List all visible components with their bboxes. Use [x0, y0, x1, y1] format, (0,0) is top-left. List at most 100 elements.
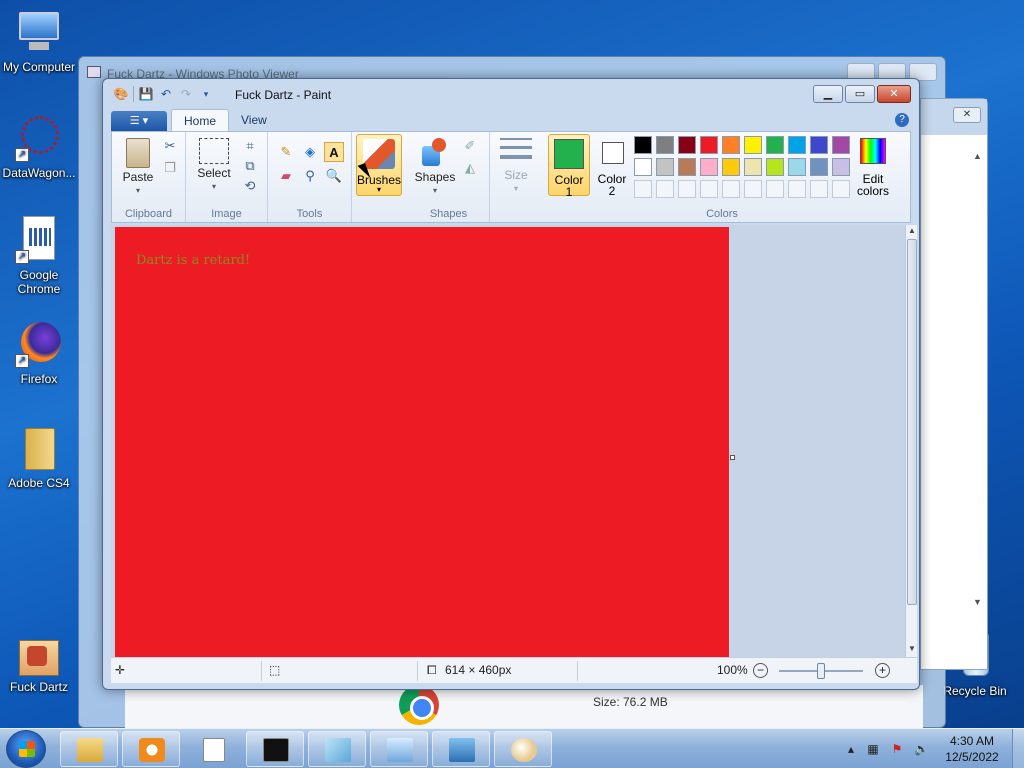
- edit-colors-button[interactable]: Edit colors: [850, 134, 896, 198]
- color2-button[interactable]: Color 2: [592, 134, 632, 198]
- palette-empty-swatch[interactable]: [722, 180, 740, 198]
- taskbar-notepad[interactable]: [184, 731, 242, 767]
- scroll-down-arrow-icon[interactable]: ▼: [973, 597, 982, 607]
- palette-swatch[interactable]: [810, 136, 828, 154]
- select-button[interactable]: Select ▾: [192, 138, 236, 193]
- taskbar-paint[interactable]: [494, 731, 552, 767]
- palette-swatch[interactable]: [700, 158, 718, 176]
- palette-swatch[interactable]: [700, 136, 718, 154]
- palette-swatch[interactable]: [810, 158, 828, 176]
- action-center-icon[interactable]: ⚑: [890, 742, 904, 756]
- palette-swatch[interactable]: [634, 158, 652, 176]
- vertical-scrollbar[interactable]: ▲ ▼: [905, 225, 917, 657]
- rotate-icon[interactable]: ⟲: [240, 176, 260, 196]
- show-desktop-button[interactable]: [1012, 729, 1024, 768]
- scroll-up-arrow-icon[interactable]: ▲: [973, 151, 982, 161]
- palette-swatch[interactable]: [766, 158, 784, 176]
- taskbar-explorer[interactable]: [60, 731, 118, 767]
- image-group-label: Image: [211, 208, 242, 220]
- palette-empty-swatch[interactable]: [788, 180, 806, 198]
- system-clock[interactable]: 4:30 AM 12/5/2022: [940, 733, 1004, 765]
- scroll-up-arrow-icon[interactable]: ▲: [906, 225, 918, 237]
- help-icon[interactable]: ?: [895, 113, 909, 127]
- drawing-canvas[interactable]: Dartz is a retard!: [115, 227, 729, 657]
- undo-icon[interactable]: ↶: [158, 86, 174, 102]
- palette-swatch[interactable]: [788, 158, 806, 176]
- close-button[interactable]: ✕: [953, 107, 981, 123]
- palette-empty-swatch[interactable]: [832, 180, 850, 198]
- save-icon[interactable]: 💾: [138, 86, 154, 102]
- resize-icon[interactable]: ⧉: [240, 156, 260, 176]
- desktop-icon-my-computer[interactable]: My Computer: [0, 8, 78, 74]
- taskbar-notes[interactable]: [308, 731, 366, 767]
- palette-swatch[interactable]: [678, 158, 696, 176]
- palette-swatch[interactable]: [766, 136, 784, 154]
- text-icon[interactable]: A: [324, 142, 344, 162]
- taskbar-command-prompt[interactable]: [246, 731, 304, 767]
- palette-empty-swatch[interactable]: [810, 180, 828, 198]
- tab-home[interactable]: Home: [171, 109, 230, 131]
- network-icon[interactable]: ▦: [866, 742, 880, 756]
- copy-icon[interactable]: ❐: [160, 158, 180, 178]
- redo-icon[interactable]: ↷: [178, 86, 194, 102]
- cut-icon[interactable]: ✂: [160, 136, 180, 156]
- outline-icon[interactable]: ✐: [460, 136, 480, 156]
- palette-swatch[interactable]: [656, 136, 674, 154]
- crop-icon[interactable]: ⌗: [240, 136, 260, 156]
- zoom-slider-thumb[interactable]: [817, 663, 825, 679]
- magnifier-icon[interactable]: 🔍: [324, 166, 344, 186]
- desktop-icon-google-chrome[interactable]: ↗ Google Chrome: [0, 216, 78, 296]
- taskbar-control-panel[interactable]: [370, 731, 428, 767]
- show-hidden-icons-icon[interactable]: ▴: [844, 742, 858, 756]
- taskbar-media-player[interactable]: [122, 731, 180, 767]
- fill-icon[interactable]: ◭: [460, 158, 480, 178]
- palette-swatch[interactable]: [722, 136, 740, 154]
- paint-titlebar[interactable]: 🎨 💾 ↶ ↷ ▾ Fuck Dartz - Paint ▁ ▭ ✕: [103, 79, 919, 109]
- palette-swatch[interactable]: [722, 158, 740, 176]
- taskbar-photo-viewer[interactable]: [432, 731, 490, 767]
- zoom-out-button[interactable]: −: [753, 663, 768, 678]
- control-panel-icon: [387, 738, 413, 762]
- palette-swatch[interactable]: [744, 158, 762, 176]
- palette-empty-swatch[interactable]: [634, 180, 652, 198]
- paint-window[interactable]: 🎨 💾 ↶ ↷ ▾ Fuck Dartz - Paint ▁ ▭ ✕ ☰ ▾ H…: [102, 78, 920, 690]
- desktop-icon-fuck-dartz[interactable]: Fuck Dartz: [0, 640, 78, 694]
- customize-qat-icon[interactable]: ▾: [198, 86, 214, 102]
- palette-empty-swatch[interactable]: [656, 180, 674, 198]
- palette-empty-swatch[interactable]: [744, 180, 762, 198]
- fill-bucket-icon[interactable]: ◈: [300, 142, 320, 162]
- tab-view[interactable]: View: [229, 109, 279, 131]
- scrollbar-thumb[interactable]: [907, 239, 917, 605]
- scroll-down-arrow-icon[interactable]: ▼: [906, 643, 918, 655]
- palette-swatch[interactable]: [744, 136, 762, 154]
- palette-empty-swatch[interactable]: [700, 180, 718, 198]
- color1-button[interactable]: Color 1: [548, 134, 590, 199]
- palette-empty-swatch[interactable]: [678, 180, 696, 198]
- desktop-icon-datawagon[interactable]: ↗ DataWagon...: [0, 114, 78, 180]
- palette-swatch[interactable]: [656, 158, 674, 176]
- palette-swatch[interactable]: [832, 158, 850, 176]
- palette-swatch[interactable]: [832, 136, 850, 154]
- volume-icon[interactable]: 🔈: [914, 742, 929, 756]
- desktop-icon-firefox[interactable]: ↗ Firefox: [0, 320, 78, 386]
- shapes-button[interactable]: Shapes ▾: [412, 136, 458, 197]
- pencil-icon[interactable]: ✎: [276, 142, 296, 162]
- palette-empty-swatch[interactable]: [766, 180, 784, 198]
- canvas-resize-handle[interactable]: [730, 455, 735, 460]
- eraser-icon[interactable]: ▰: [276, 166, 296, 186]
- color-picker-icon[interactable]: ⚲: [300, 166, 320, 186]
- maximize-button[interactable]: ▭: [845, 85, 875, 103]
- palette-swatch[interactable]: [634, 136, 652, 154]
- minimize-button[interactable]: ▁: [813, 85, 843, 103]
- palette-swatch[interactable]: [678, 136, 696, 154]
- paint-menu-button[interactable]: ☰ ▾: [111, 111, 167, 131]
- paint-app-icon: 🎨: [113, 87, 129, 101]
- desktop-icon-adobe-cs4[interactable]: Adobe CS4: [0, 424, 78, 490]
- size-button[interactable]: Size ▾: [496, 138, 536, 195]
- close-button[interactable]: ✕: [877, 85, 911, 103]
- start-button[interactable]: [6, 730, 46, 768]
- zoom-in-button[interactable]: +: [875, 663, 890, 678]
- palette-swatch[interactable]: [788, 136, 806, 154]
- paste-button[interactable]: Paste ▾: [118, 138, 158, 197]
- background-window[interactable]: ✕ ▲ ▼: [920, 98, 988, 670]
